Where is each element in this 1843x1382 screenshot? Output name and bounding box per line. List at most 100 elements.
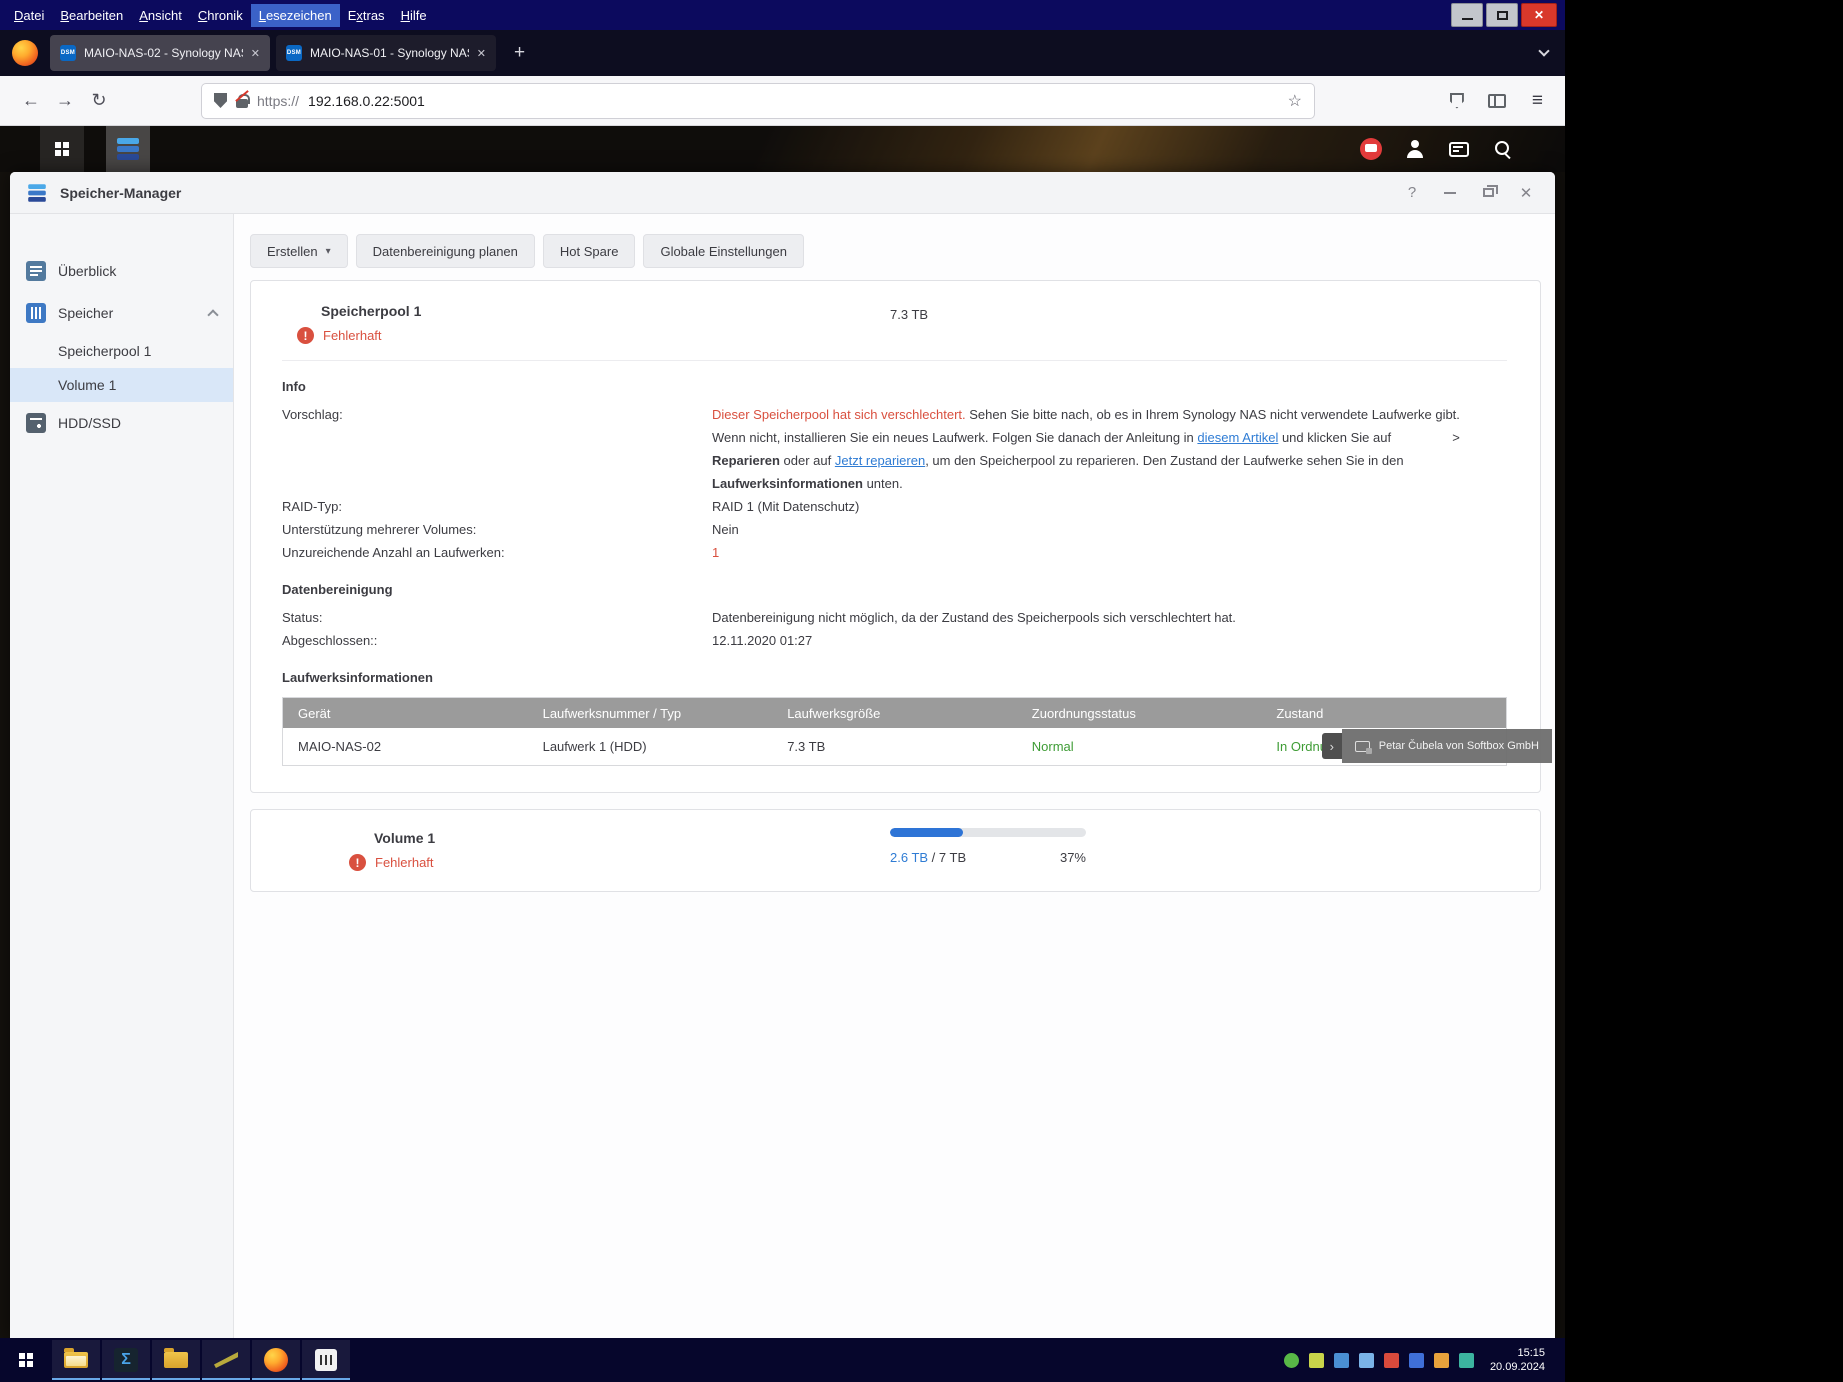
taskbar-firefox[interactable] xyxy=(252,1340,300,1380)
tab-close-icon[interactable]: ✕ xyxy=(251,47,260,60)
link-diesem-artikel[interactable]: diesem Artikel xyxy=(1197,430,1278,445)
tab-maio-nas-01[interactable]: DSM MAIO-NAS-01 - Synology NAS ✕ xyxy=(276,35,496,71)
tab-close-icon[interactable]: ✕ xyxy=(477,47,486,60)
usage-percent: 37% xyxy=(1060,850,1086,865)
bookmark-star-icon[interactable]: ☆ xyxy=(1288,91,1302,111)
taskbar-clock[interactable]: 15:15 20.09.2024 xyxy=(1484,1346,1553,1374)
total-space: / 7 TB xyxy=(928,850,966,865)
window-maximize-button[interactable] xyxy=(1486,3,1518,27)
multi-volume-row: Unterstützung mehrerer Volumes: Nein xyxy=(282,518,1507,541)
taskbar-file-explorer[interactable] xyxy=(52,1340,100,1380)
main-menu-button[interactable] xyxy=(40,126,84,172)
suggestion-row: Vorschlag: Dieser Speicherpool hat sich … xyxy=(282,403,1507,495)
alert-icon: ! xyxy=(297,327,314,344)
link-jetzt-reparieren[interactable]: Jetzt reparieren xyxy=(835,453,925,468)
sidebar-item-speicherpool-1[interactable]: Speicherpool 1 xyxy=(10,334,233,368)
user-icon xyxy=(1406,140,1424,158)
close-button[interactable]: ✕ xyxy=(1513,184,1539,202)
section-title: Info xyxy=(282,379,1507,394)
menu-hilfe[interactable]: Hilfe xyxy=(393,4,435,27)
taskbar-storage-manager-app[interactable] xyxy=(106,126,150,172)
text-segment: Reparieren xyxy=(712,453,780,468)
pool-status: ! Fehlerhaft xyxy=(297,327,1507,344)
extension-shield-icon[interactable] xyxy=(1450,93,1464,109)
cell-laufwerksnummer: Laufwerk 1 (HDD) xyxy=(528,739,773,754)
taskbar-app-swoosh[interactable] xyxy=(202,1340,250,1380)
window-controls: ✕ xyxy=(1451,3,1565,27)
sidebar-item-volume-1[interactable]: Volume 1 xyxy=(10,368,233,402)
tray-icon[interactable] xyxy=(1409,1353,1424,1368)
window-close-button[interactable]: ✕ xyxy=(1521,3,1557,27)
sidebar-item-ueberblick[interactable]: Überblick xyxy=(10,250,233,292)
tray-icon[interactable] xyxy=(1384,1353,1399,1368)
support-button[interactable] xyxy=(1349,126,1393,172)
storage-icon xyxy=(26,303,46,323)
tray-icon[interactable] xyxy=(1309,1353,1324,1368)
help-button[interactable]: ? xyxy=(1399,184,1425,201)
window-minimize-button[interactable] xyxy=(1451,3,1483,27)
menu-bearbeiten[interactable]: Bearbeiten xyxy=(52,4,131,27)
hot-spare-button[interactable]: Hot Spare xyxy=(543,234,636,268)
button-label: Datenbereinigung planen xyxy=(373,244,518,259)
sidebar-item-hdd-ssd[interactable]: HDD/SSD xyxy=(10,402,233,444)
tray-icon[interactable] xyxy=(1334,1353,1349,1368)
menu-ansicht[interactable]: Ansicht xyxy=(131,4,190,27)
tray-icon[interactable] xyxy=(1284,1353,1299,1368)
start-button[interactable] xyxy=(2,1340,50,1380)
text-segment: Dieser Speicherpool hat sich verschlecht… xyxy=(712,407,966,422)
url-scheme: https:// xyxy=(257,93,299,109)
text-segment: D xyxy=(14,8,23,23)
schedule-data-scrubbing-button[interactable]: Datenbereinigung planen xyxy=(356,234,535,268)
tray-icon[interactable] xyxy=(1459,1353,1474,1368)
table-row[interactable]: MAIO-NAS-02 Laufwerk 1 (HDD) 7.3 TB Norm… xyxy=(283,728,1506,765)
text-segment: unten. xyxy=(863,476,903,491)
file-explorer-icon xyxy=(64,1352,88,1368)
insufficient-drives-row: Unzureichende Anzahl an Laufwerken: 1 xyxy=(282,541,1507,564)
usage-progress-fill xyxy=(890,828,963,837)
minimize-icon xyxy=(1462,18,1473,20)
reload-button[interactable]: ↻ xyxy=(82,90,116,111)
list-all-tabs-button[interactable] xyxy=(1531,40,1557,66)
text-segment: earbeiten xyxy=(69,8,123,23)
insecure-lock-icon[interactable] xyxy=(236,99,248,108)
dsm-topbar xyxy=(0,126,1565,172)
dsm-desktop: Speicher-Manager ? ✕ Überblick Speicher xyxy=(0,126,1565,1338)
window-title: Speicher-Manager xyxy=(60,185,181,201)
column-header: Laufwerksgröße xyxy=(772,706,1017,721)
chevron-down-icon xyxy=(1538,45,1549,56)
button-label: Globale Einstellungen xyxy=(660,244,786,259)
menu-extras[interactable]: Extras xyxy=(340,4,393,27)
minimize-button[interactable] xyxy=(1437,184,1463,201)
taskbar-file-manager[interactable] xyxy=(152,1340,200,1380)
taskbar-app-box[interactable] xyxy=(302,1340,350,1380)
forward-button[interactable]: → xyxy=(48,90,82,111)
tray-icon[interactable] xyxy=(1359,1353,1374,1368)
user-menu-button[interactable] xyxy=(1393,126,1437,172)
url-bar[interactable]: https://192.168.0.22:5001 ☆ xyxy=(202,84,1314,118)
new-tab-button[interactable]: + xyxy=(502,42,537,64)
restore-button[interactable] xyxy=(1475,184,1501,201)
widgets-button[interactable] xyxy=(1437,126,1481,172)
text-segment: L xyxy=(259,8,266,23)
menu-lesezeichen[interactable]: Lesezeichen xyxy=(251,4,340,27)
menu-chronik[interactable]: Chronik xyxy=(190,4,251,27)
back-button[interactable]: ← xyxy=(14,90,48,111)
row-value: 12.11.2020 01:27 xyxy=(712,629,1507,652)
sidebar-item-speicher[interactable]: Speicher xyxy=(10,292,233,334)
menu-hamburger-icon[interactable]: ≡ xyxy=(1532,90,1543,112)
menu-datei[interactable]: Datei xyxy=(6,4,52,27)
widgets-icon xyxy=(1449,142,1469,157)
create-button[interactable]: Erstellen▾ xyxy=(250,234,348,268)
toolbar: Erstellen▾ Datenbereinigung planen Hot S… xyxy=(250,234,1541,268)
tab-maio-nas-02[interactable]: DSM MAIO-NAS-02 - Synology NAS ✕ xyxy=(50,35,270,71)
sidebar-toggle-icon[interactable] xyxy=(1488,94,1506,108)
support-chat-icon xyxy=(1360,138,1382,160)
taskbar-app-sigma[interactable]: Σ xyxy=(102,1340,150,1380)
tracking-protection-icon[interactable] xyxy=(214,93,227,108)
collapse-chevron-icon[interactable]: › xyxy=(1322,733,1342,759)
global-settings-button[interactable]: Globale Einstellungen xyxy=(643,234,803,268)
volume-panel: Volume 1 ! Fehlerhaft 2.6 TB / 7 TB xyxy=(250,809,1541,892)
tray-icon[interactable] xyxy=(1434,1353,1449,1368)
remote-session-name: Petar Čubela von Softbox GmbH xyxy=(1379,740,1539,752)
search-button[interactable] xyxy=(1481,126,1525,172)
